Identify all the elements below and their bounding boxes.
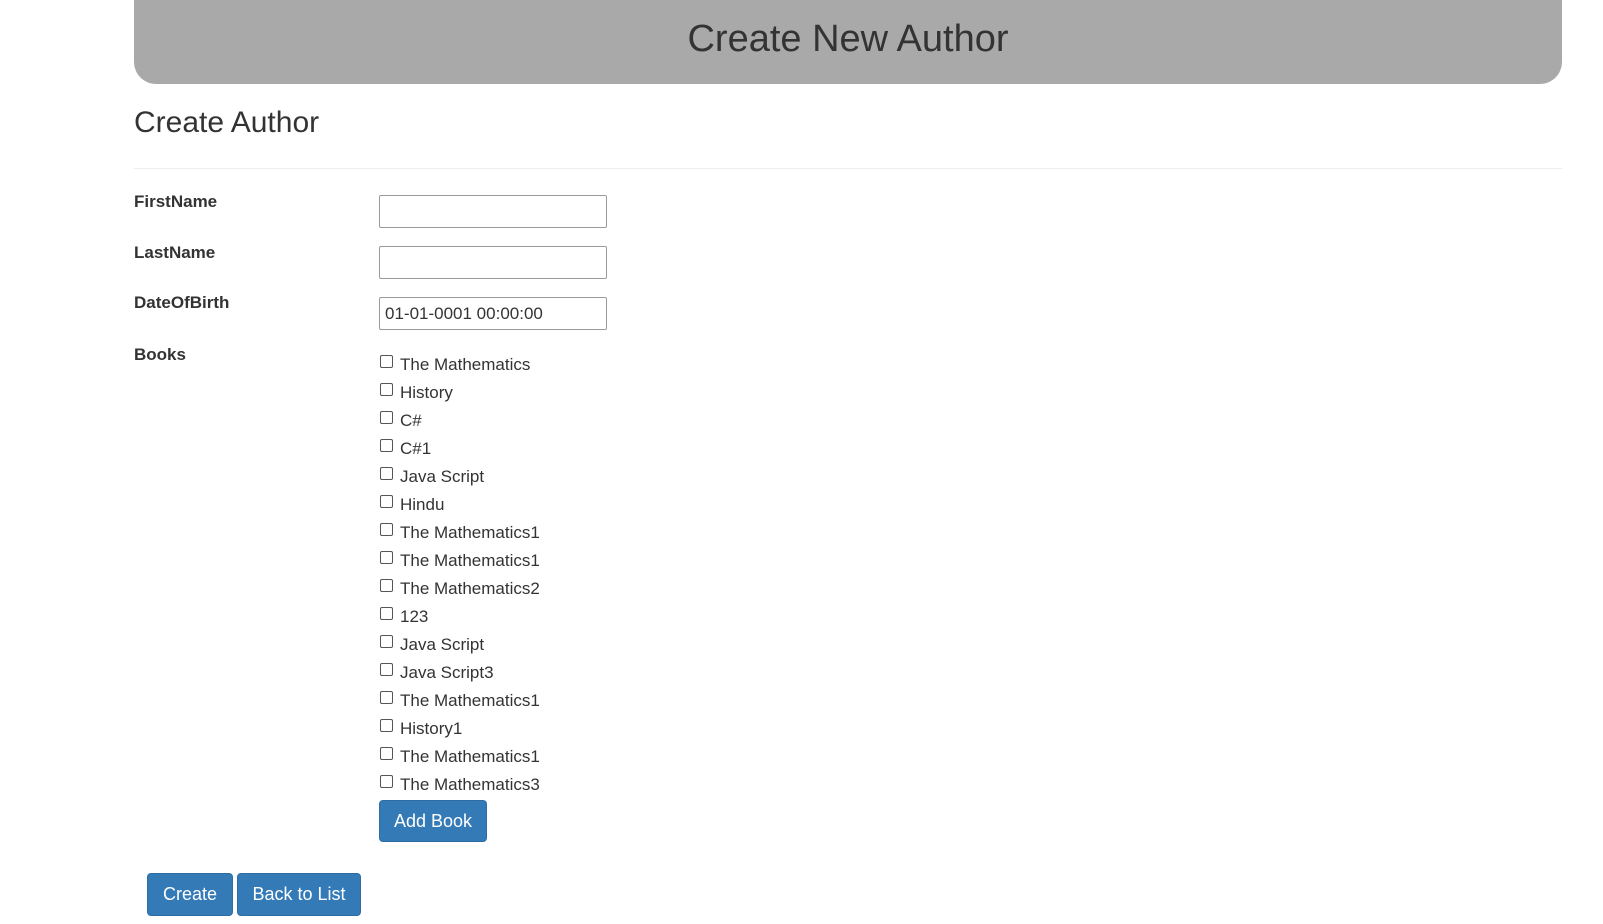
date-of-birth-input[interactable] <box>379 297 607 330</box>
book-list-item: Hindu <box>379 491 540 519</box>
book-checkbox[interactable] <box>380 354 393 368</box>
book-checkbox-label: 123 <box>400 607 429 626</box>
book-list-item: The Mathematics3 <box>379 771 540 799</box>
book-checkbox[interactable] <box>380 746 393 760</box>
first-name-input[interactable] <box>379 195 607 228</box>
book-checkbox-label: The Mathematics2 <box>400 579 540 598</box>
book-checkbox-label: The Mathematics1 <box>400 747 540 766</box>
book-list-item: History <box>379 379 540 407</box>
book-checkbox-label: The Mathematics1 <box>400 551 540 570</box>
book-checkbox[interactable] <box>380 690 393 704</box>
book-checkbox-label: The Mathematics <box>400 355 531 374</box>
book-checkbox-label: The Mathematics1 <box>400 523 540 542</box>
add-book-button[interactable]: Add Book <box>379 800 487 842</box>
book-checkbox[interactable] <box>380 550 393 564</box>
book-checkbox-label: Java Script3 <box>400 663 494 682</box>
books-checkbox-list: The Mathematics History C# C#1 Java Script Hi… <box>379 351 540 799</box>
book-checkbox[interactable] <box>380 522 393 536</box>
book-checkbox-label: C#1 <box>400 439 432 458</box>
book-checkbox[interactable] <box>380 466 393 480</box>
banner-title: Create New Author <box>687 17 1009 60</box>
books-label: Books <box>134 345 186 364</box>
book-list-item: History1 <box>379 715 540 743</box>
book-list-item: The Mathematics1 <box>379 519 540 547</box>
book-checkbox[interactable] <box>380 774 393 788</box>
page-banner: Create New Author <box>134 0 1562 84</box>
book-checkbox-label: Java Script <box>400 635 485 654</box>
book-checkbox-label: Java Script <box>400 467 485 486</box>
create-button[interactable]: Create <box>147 873 233 916</box>
book-checkbox[interactable] <box>380 606 393 620</box>
back-to-list-button[interactable]: Back to List <box>237 873 361 916</box>
heading-divider <box>134 168 1562 169</box>
book-list-item: The Mathematics2 <box>379 575 540 603</box>
book-list-item: The Mathematics1 <box>379 687 540 715</box>
book-checkbox[interactable] <box>380 410 393 424</box>
book-checkbox-label: Hindu <box>400 495 445 514</box>
book-checkbox[interactable] <box>380 494 393 508</box>
book-list-item: 123 <box>379 603 540 631</box>
book-checkbox-label: The Mathematics3 <box>400 775 540 794</box>
book-checkbox[interactable] <box>380 382 393 396</box>
book-checkbox[interactable] <box>380 634 393 648</box>
book-list-item: C#1 <box>379 435 540 463</box>
book-list-item: The Mathematics1 <box>379 743 540 771</box>
book-list-item: The Mathematics1 <box>379 547 540 575</box>
book-checkbox-label: The Mathematics1 <box>400 691 540 710</box>
book-checkbox[interactable] <box>380 662 393 676</box>
date-of-birth-label: DateOfBirth <box>134 293 230 312</box>
last-name-label: LastName <box>134 243 216 262</box>
book-list-item: The Mathematics <box>379 351 540 379</box>
book-list-item: Java Script <box>379 631 540 659</box>
book-checkbox[interactable] <box>380 578 393 592</box>
book-checkbox-label: History1 <box>400 719 463 738</box>
first-name-label: FirstName <box>134 192 218 211</box>
last-name-input[interactable] <box>379 246 607 279</box>
book-checkbox-label: History <box>400 383 453 402</box>
page-title: Create Author <box>134 106 320 139</box>
book-checkbox[interactable] <box>380 438 393 452</box>
book-list-item: C# <box>379 407 540 435</box>
book-list-item: Java Script <box>379 463 540 491</box>
book-checkbox-label: C# <box>400 411 422 430</box>
book-list-item: Java Script3 <box>379 659 540 687</box>
book-checkbox[interactable] <box>380 718 393 732</box>
